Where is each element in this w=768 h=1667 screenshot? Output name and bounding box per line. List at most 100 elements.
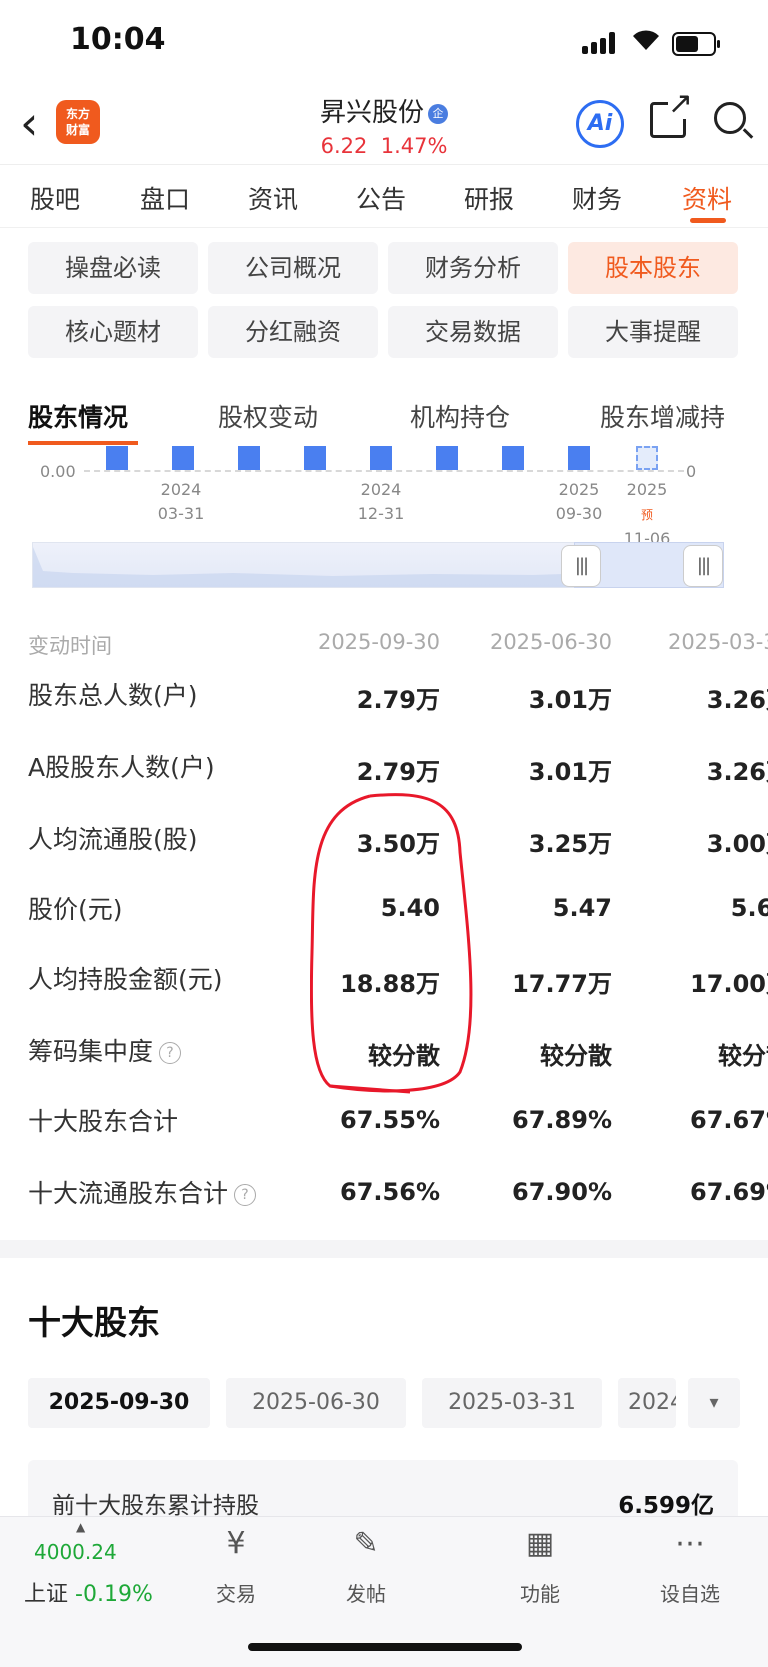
date-chip-1[interactable]: 2025-06-30: [226, 1378, 406, 1428]
date-chip-2[interactable]: 2025-03-31: [422, 1378, 602, 1428]
index-expand-icon[interactable]: ▲: [76, 1520, 85, 1534]
chart-left-axis: 0.00: [40, 462, 76, 481]
battery-icon: [672, 32, 720, 56]
table-cell: 5.67: [730, 894, 768, 922]
table-row-label: 股东总人数(户): [28, 676, 198, 712]
row-label-text: 人均持股金额(元): [28, 965, 223, 994]
date-dropdown-chevron-icon[interactable]: ▾: [688, 1378, 740, 1428]
section-tab-2[interactable]: 机构持仓: [410, 398, 510, 434]
section-tab-0[interactable]: 股东情况: [28, 398, 128, 434]
home-indicator: [248, 1643, 522, 1651]
stock-name: 昇兴股份: [319, 98, 424, 128]
index-quote[interactable]: 上证 -0.19%: [24, 1576, 153, 1608]
status-time: 10:04: [70, 22, 166, 57]
table-row-label: 人均持股金额(元): [28, 960, 223, 996]
chart-bar: [304, 446, 326, 470]
sub-button-5[interactable]: 分红融资: [208, 306, 378, 358]
table-header-label: 变动时间: [28, 634, 112, 658]
table-header-date[interactable]: 2025-06-30: [442, 630, 612, 654]
chart-date-day: 12-31: [357, 504, 405, 523]
table-row-label: 筹码集中度?: [28, 1032, 182, 1068]
cellular-signal-icon: [582, 32, 622, 54]
row-label-text: 十大股东合计: [28, 1107, 179, 1136]
chart-bar: [636, 446, 658, 470]
row-label-text: 股价(元): [28, 895, 123, 924]
table-cell: 3.00万: [706, 830, 768, 858]
chart-date-label: 2024 12-31: [336, 478, 426, 526]
row-label-text: 筹码集中度: [28, 1037, 154, 1066]
table-cell: 2.79万: [356, 758, 440, 786]
bottom-tab-0[interactable]: 交易: [186, 1578, 286, 1607]
sub-button-3[interactable]: 股本股东: [568, 242, 738, 294]
bottom-tab-3[interactable]: 设自选: [640, 1578, 740, 1607]
cumulative-value: 6.599亿: [618, 1493, 714, 1519]
section-tab-3[interactable]: 股东增减持: [600, 398, 725, 434]
enterprise-badge-icon: 企: [428, 103, 448, 124]
table-cell: 67.69%: [690, 1178, 768, 1206]
post-icon[interactable]: ✎: [316, 1526, 416, 1561]
table-cell: 3.01万: [528, 758, 612, 786]
sub-button-4[interactable]: 核心题材: [28, 306, 198, 358]
trade-icon[interactable]: ¥: [186, 1526, 286, 1561]
chart-bar: [568, 446, 590, 470]
chart-date-year: 2025: [626, 480, 668, 499]
search-icon[interactable]: [714, 102, 746, 134]
main-tab-3[interactable]: 公告: [356, 180, 406, 216]
table-cell: 67.89%: [512, 1106, 612, 1134]
chart-date-year: 2024: [360, 480, 402, 499]
table-row-label: 十大流通股东合计?: [28, 1174, 257, 1210]
watchlist-icon[interactable]: ⋯: [640, 1526, 740, 1561]
red-annotation-circle: [310, 793, 473, 1094]
index-value[interactable]: 4000.24: [34, 1540, 117, 1564]
chart-bar: [238, 446, 260, 470]
main-tab-5[interactable]: 财务: [572, 180, 622, 216]
row-label-text: 十大流通股东合计: [28, 1179, 229, 1208]
ai-button[interactable]: Ai: [576, 100, 624, 148]
chart-date-year: 2024: [160, 480, 202, 499]
chart-date-label: 2025 预 11-06: [602, 478, 692, 551]
table-row-label: 人均流通股(股): [28, 820, 198, 856]
sub-button-7[interactable]: 大事提醒: [568, 306, 738, 358]
main-tab-2[interactable]: 资讯: [248, 180, 298, 216]
chart-bar: [370, 446, 392, 470]
help-icon[interactable]: ?: [159, 1042, 182, 1064]
main-tab-0[interactable]: 股吧: [30, 180, 80, 216]
main-tab-1[interactable]: 盘口: [140, 180, 190, 216]
index-name: 上证: [24, 1582, 69, 1607]
range-handle-left[interactable]: |||: [561, 545, 601, 587]
table-cell: 67.55%: [340, 1106, 440, 1134]
bottom-tab-2[interactable]: 功能: [490, 1578, 590, 1607]
sub-button-1[interactable]: 公司概况: [208, 242, 378, 294]
date-chip-0[interactable]: 2025-09-30: [28, 1378, 210, 1428]
section-tab-indicator: [28, 441, 138, 445]
share-icon[interactable]: [650, 89, 693, 138]
chart-baseline: [84, 470, 684, 472]
main-tab-4[interactable]: 研报: [464, 180, 514, 216]
sub-button-2[interactable]: 财务分析: [388, 242, 558, 294]
chart-bar: [436, 446, 458, 470]
sub-button-0[interactable]: 操盘必读: [28, 242, 198, 294]
sub-button-6[interactable]: 交易数据: [388, 306, 558, 358]
top10-title: 十大股东: [28, 1303, 160, 1342]
range-handle-right[interactable]: |||: [683, 545, 723, 587]
date-chip-3[interactable]: 2024-12-31: [618, 1378, 676, 1428]
table-cell: 3.26万: [706, 686, 768, 714]
table-cell: 17.00万: [690, 970, 768, 998]
function-icon[interactable]: ▦: [490, 1526, 590, 1561]
cumulative-label: 前十大股东累计持股: [52, 1493, 259, 1519]
divider: [0, 164, 768, 165]
stock-price: 6.22: [320, 134, 368, 158]
section-tab-1[interactable]: 股权变动: [218, 398, 318, 434]
table-header-date[interactable]: 2025-03-31: [620, 630, 768, 654]
table-cell: 2.79万: [356, 686, 440, 714]
wifi-icon: [630, 26, 662, 59]
chart-date-label: 2024 03-31: [136, 478, 226, 526]
table-row-label: A股股东人数(户): [28, 748, 215, 784]
table-row-label: 股价(元): [28, 890, 123, 926]
divider: [0, 227, 768, 228]
main-tab-6[interactable]: 资料: [682, 180, 732, 216]
bottom-tab-1[interactable]: 发帖: [316, 1578, 416, 1607]
help-icon[interactable]: ?: [234, 1184, 257, 1206]
table-cell: 3.01万: [528, 686, 612, 714]
table-header-date[interactable]: 2025-09-30: [270, 630, 440, 654]
